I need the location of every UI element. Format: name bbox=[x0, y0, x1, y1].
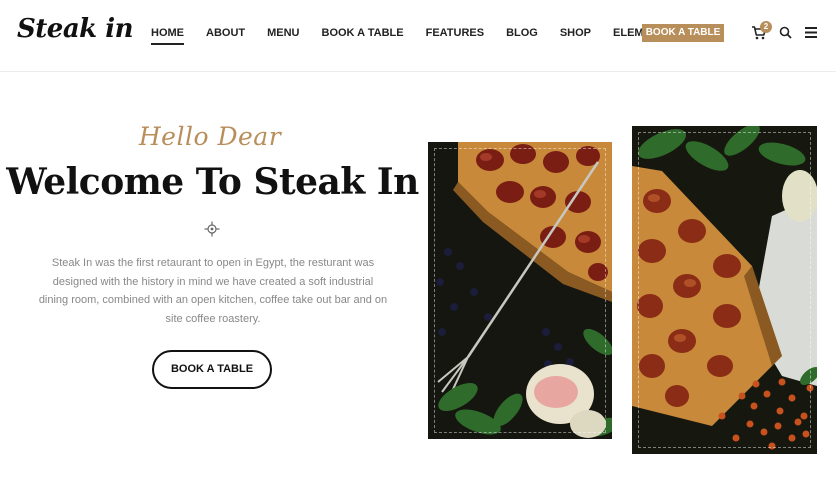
nav-item-home[interactable]: HOME bbox=[151, 27, 184, 45]
food-photo-tart-fork bbox=[428, 142, 612, 439]
cart-count-badge: 2 bbox=[760, 21, 772, 33]
nav-item-shop[interactable]: SHOP bbox=[560, 27, 591, 44]
nav-item-blog[interactable]: BLOG bbox=[506, 27, 538, 44]
nav-item-book-a-table[interactable]: BOOK A TABLE bbox=[322, 27, 404, 44]
logo[interactable]: Steak in bbox=[17, 14, 134, 44]
nav-item-menu[interactable]: MENU bbox=[267, 27, 299, 44]
nav-item-features[interactable]: FEATURES bbox=[426, 27, 484, 44]
site-header: Steak in HOME ABOUT MENU BOOK A TABLE FEATUR… bbox=[0, 0, 836, 72]
food-photo-tart-herbs bbox=[632, 126, 817, 454]
nav-item-about[interactable]: ABOUT bbox=[206, 27, 245, 44]
nav-book-table-button[interactable]: BOOK A TABLE bbox=[642, 24, 724, 42]
hero-title: Welcome To Steak In bbox=[6, 161, 419, 203]
ornament-icon bbox=[204, 221, 220, 237]
hero-book-table-button[interactable]: BOOK A TABLE bbox=[152, 350, 272, 389]
hamburger-menu-icon[interactable] bbox=[805, 27, 817, 38]
hero-script-greeting: Hello Dear bbox=[138, 122, 282, 151]
main-nav: HOME ABOUT MENU BOOK A TABLE FEATURES BLOG SHO… bbox=[151, 27, 695, 45]
hero-description: Steak In was the first retaurant to open… bbox=[38, 257, 388, 325]
search-icon[interactable] bbox=[779, 26, 792, 39]
